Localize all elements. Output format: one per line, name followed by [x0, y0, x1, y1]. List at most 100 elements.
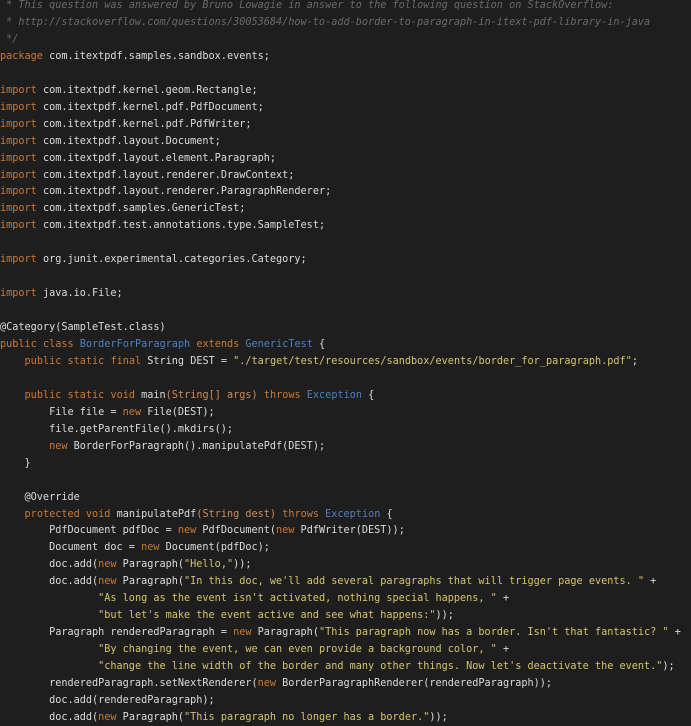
code-token: (String[] args): [165, 389, 258, 401]
code-token: new: [257, 678, 277, 689]
code-token: Paragraph(: [116, 576, 185, 588]
code-token: +: [644, 576, 657, 588]
code-token: * http://stackoverflow.com/questions/300…: [0, 16, 651, 28]
code-token: static: [67, 355, 105, 367]
code-token: doc.add(: [0, 711, 99, 723]
code-token: @Category(SampleTest.class): [0, 322, 166, 334]
code-token: +: [496, 593, 510, 605]
code-line: File file = new File(DEST);: [0, 404, 215, 421]
code-token: final: [110, 355, 142, 367]
code-token: main: [135, 389, 166, 401]
code-line: "As long as the event isn't activated, n…: [0, 590, 509, 607]
code-token: Document doc =: [0, 542, 142, 554]
code-token: new: [49, 440, 68, 452]
code-token: new: [276, 525, 295, 537]
code-line: import java.io.File;: [0, 285, 123, 302]
code-token: com.itextpdf.layout.renderer.ParagraphRe…: [36, 186, 332, 198]
code-token: PdfWriter(DEST));: [294, 525, 405, 537]
code-token: renderedParagraph.setNextRenderer(: [0, 678, 258, 689]
code-token: ));: [429, 711, 448, 723]
code-line: "change the line width of the border and…: [0, 658, 675, 675]
code-line: Paragraph renderedParagraph = new Paragr…: [0, 624, 681, 641]
code-line: public class BorderForParagraph extends …: [0, 336, 325, 353]
code-line: "but let's make the event active and see…: [0, 607, 454, 624]
code-token: }: [0, 457, 31, 469]
code-line: import com.itextpdf.layout.renderer.Para…: [0, 183, 331, 200]
code-token: import: [0, 101, 37, 113]
code-line: * http://stackoverflow.com/questions/300…: [0, 14, 650, 31]
code-line: renderedParagraph.setNextRenderer(new Bo…: [0, 675, 552, 692]
code-line: public static void main(String[] args) t…: [0, 387, 375, 404]
code-token: import: [0, 135, 37, 147]
code-token: ));: [435, 610, 454, 622]
code-token: com.itextpdf.kernel.geom.Rectangle;: [36, 84, 258, 96]
code-token: file.getParentFile().mkdirs();: [0, 423, 234, 435]
code-token: PdfDocument pdfDoc =: [0, 525, 178, 537]
code-line: import com.itextpdf.layout.Document;: [0, 133, 221, 150]
code-token: Paragraph(: [251, 627, 319, 639]
code-token: File file =: [0, 406, 123, 418]
code-token: new: [233, 627, 252, 639]
code-line: }: [0, 455, 31, 472]
code-token: void: [85, 508, 111, 520]
code-token: doc.add(: [0, 576, 99, 588]
code-token: import: [0, 254, 37, 266]
code-token: "As long as the event isn't activated, n…: [98, 593, 497, 605]
code-line: package com.itextpdf.samples.sandbox.eve…: [0, 48, 270, 65]
code-token: import: [0, 118, 37, 130]
code-token: "Hello,": [184, 559, 234, 571]
code-token: +: [668, 627, 681, 639]
code-line: PdfDocument pdfDoc = new PdfDocument(new…: [0, 522, 405, 539]
code-line: */: [0, 31, 18, 48]
code-line: Document doc = new Document(pdfDoc);: [0, 539, 270, 556]
code-token: new: [98, 711, 117, 723]
code-token: String DEST =: [141, 355, 234, 367]
code-line: public static final String DEST = "./tar…: [0, 353, 638, 370]
code-token: * This question was answered by Bruno Lo…: [0, 0, 614, 11]
code-token: import: [0, 169, 37, 181]
code-token: com.itextpdf.layout.element.Paragraph;: [36, 152, 277, 164]
code-token: public: [24, 355, 62, 367]
code-token: File(DEST);: [141, 406, 215, 418]
code-line: import com.itextpdf.test.annotations.typ…: [0, 217, 325, 234]
code-token: com.itextpdf.test.annotations.type.Sampl…: [36, 220, 326, 232]
code-token: com.itextpdf.layout.Document;: [36, 135, 221, 147]
code-token: {: [361, 389, 375, 401]
code-line: @Override: [0, 489, 80, 506]
code-line: protected void manipulatePdf(String dest…: [0, 506, 393, 523]
code-line: * This question was answered by Bruno Lo…: [0, 0, 613, 14]
code-token: "change the line width of the border and…: [98, 661, 663, 673]
code-token: protected: [24, 508, 80, 520]
code-token: doc.add(: [0, 559, 99, 571]
code-token: static: [67, 389, 105, 401]
code-token: "This paragraph no longer has a border.": [184, 711, 430, 723]
code-line: file.getParentFile().mkdirs();: [0, 421, 233, 438]
code-token: import: [0, 288, 37, 300]
code-token: new: [177, 525, 197, 537]
code-token: +: [496, 644, 510, 656]
code-token: "In this doc, we'll add several paragrap…: [184, 576, 645, 588]
code-line: import com.itextpdf.layout.element.Parag…: [0, 150, 276, 167]
code-token: manipulatePdf: [110, 508, 197, 520]
code-line: doc.add(new Paragraph("Hello,"));: [0, 556, 251, 573]
code-line: import com.itextpdf.kernel.pdf.PdfWriter…: [0, 116, 251, 133]
code-token: @Override: [0, 491, 80, 503]
code-token: com.itextpdf.kernel.pdf.PdfWriter;: [36, 118, 252, 130]
code-token: Exception: [306, 389, 362, 401]
code-token: class: [42, 339, 74, 350]
code-line: doc.add(new Paragraph("In this doc, we'l…: [0, 573, 656, 590]
code-token: "./target/test/resources/sandbox/events/…: [233, 355, 632, 367]
code-line: "By changing the event, we can even prov…: [0, 641, 509, 658]
code-token: Paragraph(: [116, 711, 185, 723]
code-token: com.itextpdf.samples.GenericTest;: [36, 203, 246, 215]
code-token: org.junit.experimental.categories.Catego…: [36, 254, 307, 266]
code-token: new: [98, 559, 117, 571]
code-editor[interactable]: * This question was answered by Bruno Lo…: [0, 0, 691, 725]
